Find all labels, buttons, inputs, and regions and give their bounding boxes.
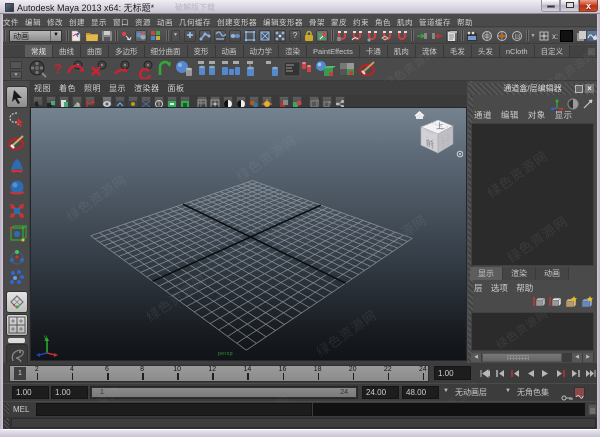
svg-text:y: y (44, 335, 47, 341)
svg-text:右: 右 (442, 107, 450, 116)
svg-text:上: 上 (436, 121, 445, 131)
